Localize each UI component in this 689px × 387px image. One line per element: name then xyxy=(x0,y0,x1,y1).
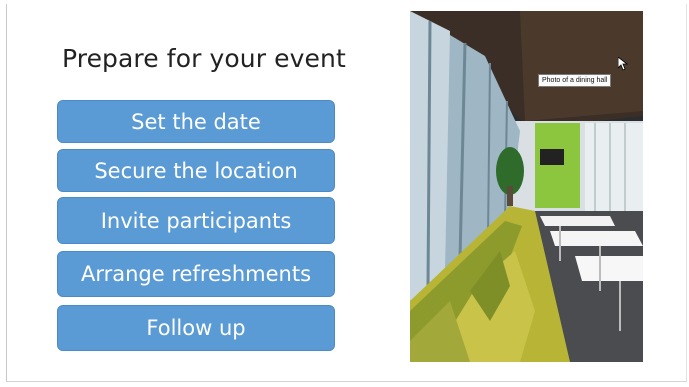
mouse-pointer-icon xyxy=(618,57,628,71)
slide-title[interactable]: Prepare for your event xyxy=(62,44,346,73)
image-tooltip: Photo of a dining hall xyxy=(538,74,612,87)
step-arrange-refreshments[interactable]: Arrange refreshments xyxy=(57,251,335,297)
step-invite-participants[interactable]: Invite participants xyxy=(57,197,335,244)
step-follow-up[interactable]: Follow up xyxy=(57,305,335,351)
step-secure-the-location[interactable]: Secure the location xyxy=(57,149,335,192)
step-set-the-date[interactable]: Set the date xyxy=(57,100,335,143)
dining-hall-photo[interactable] xyxy=(410,11,643,362)
dining-hall-illustration xyxy=(410,11,643,362)
steps-smartart[interactable]: Set the date Secure the location Invite … xyxy=(57,100,335,357)
